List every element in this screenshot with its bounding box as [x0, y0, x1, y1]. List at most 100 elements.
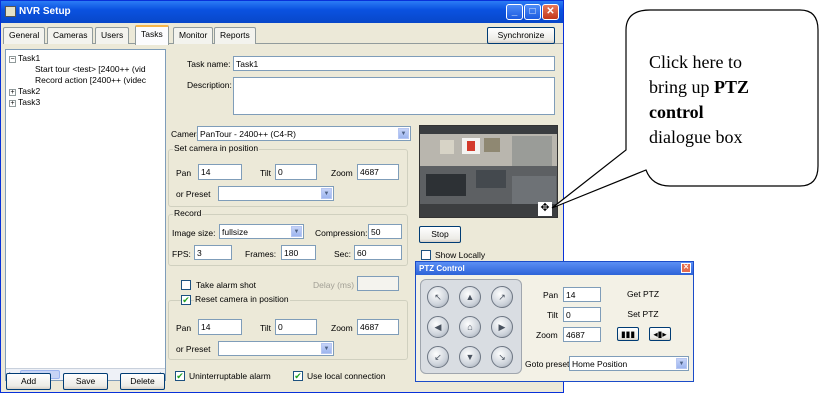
tree-item-record-action[interactable]: Record action [2400++ (videc: [35, 75, 146, 85]
maximize-button[interactable]: □: [524, 4, 541, 20]
tree-item-start-tour[interactable]: Start tour <test> [2400++ (vid: [35, 64, 146, 74]
window-title: NVR Setup: [19, 6, 71, 17]
callout-line-2b: PTZ: [714, 77, 750, 97]
sec-label: Sec:: [334, 249, 352, 259]
frames-label: Frames:: [245, 249, 277, 259]
callout-line-2: bring up PTZ: [649, 75, 809, 100]
zoom-out-icon: ◂▮▸: [653, 329, 667, 339]
expand-icon[interactable]: +: [9, 100, 16, 107]
fps-label: FPS:: [172, 249, 191, 259]
tilt-input[interactable]: 0: [275, 164, 317, 180]
reset-zoom-label: Zoom: [331, 323, 353, 333]
use-local-connection-checkbox[interactable]: ✔: [293, 371, 303, 381]
frames-input[interactable]: 180: [281, 245, 316, 260]
ptz-zoom-label: Zoom: [536, 330, 558, 340]
callout-line-3: control: [649, 100, 809, 125]
delete-button[interactable]: Delete: [120, 373, 165, 390]
show-locally-label: Show Locally: [435, 250, 486, 260]
arrow-up-icon[interactable]: ▲: [459, 286, 481, 308]
tab-reports[interactable]: Reports: [214, 27, 256, 44]
take-alarm-shot-label: Take alarm shot: [196, 280, 256, 290]
delay-label: Delay (ms): [313, 280, 355, 290]
tree-item-label: Task1: [18, 53, 41, 63]
reset-zoom-input[interactable]: 4687: [357, 319, 399, 335]
arrow-down-icon[interactable]: ▼: [459, 346, 481, 368]
fps-input[interactable]: 3: [194, 245, 232, 260]
tab-general[interactable]: General: [3, 27, 46, 44]
arrow-right-icon[interactable]: ▶: [491, 316, 513, 338]
ptz-title: PTZ Control: [419, 264, 465, 273]
task-name-input[interactable]: Task1: [233, 56, 555, 71]
zoom-in-button[interactable]: ▮▮▮: [617, 327, 639, 341]
ptz-pan-label: Pan: [543, 290, 559, 300]
home-icon[interactable]: ⌂: [459, 316, 481, 338]
camera-select-value: PanTour - 2400++ (C4-R): [200, 129, 296, 139]
chevron-down-icon: ▼: [676, 358, 687, 369]
callout-line-3-text: control: [649, 102, 704, 122]
camera-select[interactable]: PanTour - 2400++ (C4-R) ▼: [197, 126, 411, 141]
ptz-tilt-label: Tilt: [547, 310, 559, 320]
arrow-down-left-icon[interactable]: ↙: [427, 346, 449, 368]
task-tree[interactable]: − Task1 Start tour <test> [2400++ (vid Re…: [5, 49, 166, 381]
tab-monitor[interactable]: Monitor: [173, 27, 214, 44]
ptz-pan-input[interactable]: 14: [563, 287, 601, 302]
uninterruptable-alarm-checkbox[interactable]: ✔: [175, 371, 185, 381]
delay-input[interactable]: [357, 276, 399, 291]
add-button[interactable]: Add: [6, 373, 51, 390]
minimize-button[interactable]: _: [506, 4, 523, 20]
callout-line-1: Click here to: [649, 52, 742, 72]
uninterruptable-alarm-label: Uninterruptable alarm: [189, 371, 271, 381]
compression-input[interactable]: 50: [368, 224, 402, 239]
arrow-up-right-icon[interactable]: ↗: [491, 286, 513, 308]
set-ptz-button[interactable]: Set PTZ: [618, 306, 668, 323]
save-button[interactable]: Save: [63, 373, 108, 390]
tree-item-task1[interactable]: − Task1: [9, 53, 40, 63]
reset-camera-label: Reset camera in position: [194, 294, 290, 304]
tab-cameras[interactable]: Cameras: [47, 27, 94, 44]
callout-line-2a: bring up: [649, 77, 714, 97]
reset-preset-label: or Preset: [176, 344, 211, 354]
sec-input[interactable]: 60: [354, 245, 402, 260]
preset-select[interactable]: ▼: [218, 186, 334, 201]
image-size-value: fullsize: [222, 227, 248, 237]
reset-pan-input[interactable]: 14: [198, 319, 242, 335]
arrow-left-icon[interactable]: ◀: [427, 316, 449, 338]
take-alarm-shot-checkbox[interactable]: [181, 280, 191, 290]
arrow-down-right-icon[interactable]: ↘: [491, 346, 513, 368]
ptz-zoom-input[interactable]: 4687: [563, 327, 601, 342]
description-input[interactable]: [233, 77, 555, 115]
show-locally-checkbox[interactable]: [421, 250, 431, 260]
tab-users[interactable]: Users: [95, 27, 130, 44]
expand-icon[interactable]: +: [9, 89, 16, 96]
chevron-down-icon: ▼: [398, 128, 409, 139]
tree-item-task3[interactable]: + Task3: [9, 97, 40, 107]
goto-preset-select[interactable]: Home Position ▼: [569, 356, 689, 371]
ptz-title-bar[interactable]: PTZ Control ✕: [416, 262, 693, 275]
tab-tasks[interactable]: Tasks: [135, 25, 169, 45]
use-local-connection-label: Use local connection: [307, 371, 386, 381]
tree-item-label: Task3: [18, 97, 41, 107]
tree-item-task2[interactable]: + Task2: [9, 86, 40, 96]
reset-tilt-label: Tilt: [260, 323, 272, 333]
zoom-in-icon: ▮▮▮: [620, 329, 636, 339]
title-bar[interactable]: NVR Setup _ □ ✕: [1, 1, 563, 23]
reset-preset-select[interactable]: ▼: [218, 341, 334, 356]
image-size-select[interactable]: fullsize ▼: [219, 224, 304, 239]
arrow-up-left-icon[interactable]: ↖: [427, 286, 449, 308]
preset-label: or Preset: [176, 189, 211, 199]
close-icon[interactable]: ✕: [681, 263, 691, 273]
app-icon: [5, 6, 16, 17]
zoom-input[interactable]: 4687: [357, 164, 399, 180]
callout-text: Click here to bring up PTZ control dialo…: [649, 50, 809, 150]
zoom-out-button[interactable]: ◂▮▸: [649, 327, 671, 341]
reset-camera-checkbox[interactable]: ✔: [181, 295, 191, 305]
ptz-tilt-input[interactable]: 0: [563, 307, 601, 322]
stop-button[interactable]: Stop: [419, 226, 461, 243]
image-size-label: Image size:: [172, 228, 216, 238]
get-ptz-button[interactable]: Get PTZ: [618, 286, 668, 303]
reset-tilt-input[interactable]: 0: [275, 319, 317, 335]
ptz-direction-pad: ↖ ▲ ↗ ◀ ⌂ ▶ ↙ ▼ ↘: [420, 279, 522, 374]
collapse-icon[interactable]: −: [9, 56, 16, 63]
task-name-label: Task name:: [187, 59, 231, 69]
pan-input[interactable]: 14: [198, 164, 242, 180]
